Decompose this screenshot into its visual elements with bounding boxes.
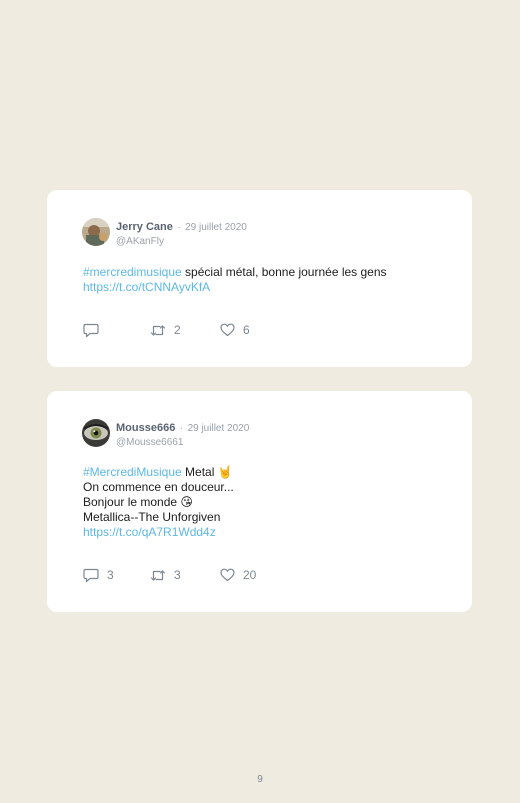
avatar-photo-icon[interactable] bbox=[82, 218, 110, 246]
tweet-actions: 3 3 20 bbox=[83, 567, 343, 583]
heart-icon bbox=[220, 568, 235, 582]
reply-icon bbox=[83, 323, 99, 337]
retweet-count: 3 bbox=[174, 568, 181, 582]
tweet-date[interactable]: 29 juillet 2020 bbox=[188, 423, 250, 434]
tweet-actions: 2 6 bbox=[83, 322, 343, 338]
retweet-button[interactable]: 2 bbox=[150, 322, 181, 338]
reply-button[interactable]: 3 bbox=[83, 567, 114, 583]
hashtag-link[interactable]: #MercrediMusique bbox=[83, 465, 182, 479]
hashtag-link[interactable]: #mercredimusique bbox=[83, 265, 182, 279]
retweet-count: 2 bbox=[174, 323, 181, 337]
like-count: 6 bbox=[243, 323, 250, 337]
like-button[interactable]: 20 bbox=[220, 567, 256, 583]
tweet-text-line: On commence en douceur... bbox=[83, 480, 234, 494]
page-number: 9 bbox=[257, 774, 263, 785]
tweet-text-line: spécial métal, bonne journée les gens bbox=[181, 265, 387, 279]
author-name[interactable]: Jerry Cane bbox=[116, 221, 173, 233]
like-button[interactable]: 6 bbox=[220, 322, 250, 338]
tweet-text: #mercredimusique spécial métal, bonne jo… bbox=[83, 265, 387, 295]
tweet-text: #MercrediMusique Metal 🤘 On commence en … bbox=[83, 465, 234, 540]
tweet-date[interactable]: 29 juillet 2020 bbox=[185, 222, 247, 233]
tweet-text-line: Metal 🤘 bbox=[181, 465, 233, 479]
author-handle[interactable]: @AKanFly bbox=[116, 235, 247, 248]
author-name[interactable]: Mousse666 bbox=[116, 422, 175, 434]
separator-dot: · bbox=[179, 423, 184, 434]
retweet-icon bbox=[150, 324, 166, 336]
tweet-text-line: Metallica--The Unforgiven bbox=[83, 510, 221, 524]
separator-dot: · bbox=[177, 222, 181, 233]
eye-avatar-icon[interactable] bbox=[82, 419, 110, 447]
reply-button[interactable] bbox=[83, 322, 107, 338]
tweet-header: Jerry Cane · 29 juillet 2020 @AKanFly bbox=[116, 219, 247, 248]
like-count: 20 bbox=[243, 568, 257, 582]
tweet-url-link[interactable]: https://t.co/tCNNAyvKfA bbox=[83, 280, 387, 295]
retweet-icon bbox=[150, 569, 166, 581]
tweet-url-link[interactable]: https://t.co/qA7R1Wdd4z bbox=[83, 525, 234, 540]
tweet-card: Mousse666 · 29 juillet 2020 @Mousse6661 … bbox=[47, 391, 472, 612]
reply-icon bbox=[83, 568, 99, 582]
tweet-text-line: Bonjour le monde 😘 bbox=[83, 495, 193, 509]
retweet-button[interactable]: 3 bbox=[150, 567, 181, 583]
heart-icon bbox=[220, 323, 235, 337]
tweet-card: Jerry Cane · 29 juillet 2020 @AKanFly #m… bbox=[47, 190, 472, 367]
author-handle[interactable]: @Mousse6661 bbox=[116, 436, 249, 449]
tweet-header: Mousse666 · 29 juillet 2020 @Mousse6661 bbox=[116, 420, 249, 449]
reply-count: 3 bbox=[107, 568, 114, 582]
